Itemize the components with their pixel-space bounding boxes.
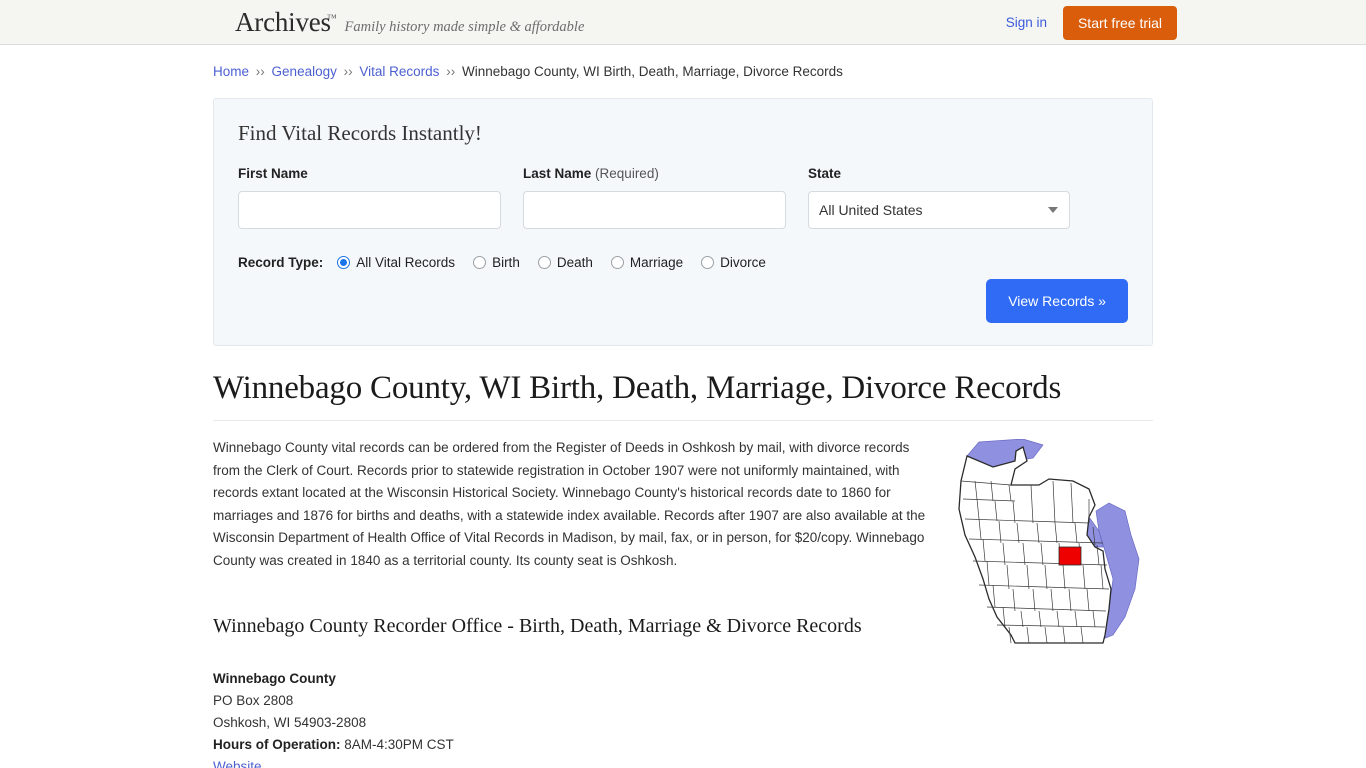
- recorder-office-section-title: Winnebago County Recorder Office - Birth…: [213, 615, 862, 638]
- radio-label: Marriage: [629, 255, 684, 271]
- radio-icon[interactable]: [473, 256, 487, 270]
- office-address-line1: PO Box 2808: [213, 693, 294, 709]
- content-column: Winnebago County vital records can be or…: [213, 437, 943, 768]
- last-name-required-note: (Required): [595, 166, 659, 182]
- last-name-input[interactable]: [523, 191, 786, 230]
- state-select[interactable]: All United States: [808, 191, 1070, 230]
- state-select-wrapper: All United States: [808, 191, 1070, 230]
- radio-divorce[interactable]: Divorce: [701, 255, 766, 270]
- radio-label: Death: [556, 255, 593, 271]
- first-name-input[interactable]: [238, 191, 501, 230]
- page-title: Winnebago County, WI Birth, Death, Marri…: [213, 370, 1153, 422]
- header-actions: Sign in Start free trial: [1006, 0, 1177, 45]
- radio-all-vital-records[interactable]: All Vital Records: [337, 255, 455, 270]
- radio-icon[interactable]: [701, 256, 715, 270]
- last-name-field-group: Last Name (Required): [523, 166, 786, 230]
- brand-name: Archives™: [235, 7, 337, 37]
- office-website-link[interactable]: Website: [213, 756, 262, 768]
- search-panel-title: Find Vital Records Instantly!: [238, 121, 482, 146]
- office-hours: Hours of Operation: 8AM-4:30PM CST: [213, 734, 943, 756]
- radio-icon[interactable]: [610, 256, 624, 270]
- record-type-row: Record Type: All Vital Records Birth Dea…: [238, 255, 1128, 270]
- page-container: Home ›› Genealogy ›› Vital Records ›› Wi…: [213, 45, 1153, 768]
- breadcrumb-item-vital-records[interactable]: Vital Records: [359, 64, 439, 79]
- radio-birth[interactable]: Birth: [473, 255, 520, 270]
- start-free-trial-button[interactable]: Start free trial: [1062, 5, 1177, 40]
- breadcrumb-item-home[interactable]: Home: [213, 64, 249, 79]
- radio-label: Birth: [492, 255, 520, 271]
- wisconsin-county-map-icon: [958, 439, 1140, 644]
- radio-death[interactable]: Death: [537, 255, 593, 271]
- county-description: Winnebago County vital records can be or…: [213, 440, 926, 568]
- sign-in-link[interactable]: Sign in: [1006, 15, 1047, 30]
- breadcrumb: Home ›› Genealogy ›› Vital Records ›› Wi…: [213, 45, 1153, 80]
- radio-icon-checked[interactable]: [337, 256, 351, 270]
- state-label: State: [808, 166, 842, 182]
- header-inner: Archives™ Family history made simple & a…: [213, 0, 1177, 45]
- map-column: [943, 437, 1153, 768]
- radio-icon[interactable]: [537, 256, 551, 270]
- office-hours-label: Hours of Operation:: [213, 737, 341, 753]
- first-name-field-group: First Name: [238, 166, 501, 230]
- breadcrumb-separator: ››: [343, 64, 353, 79]
- office-name: Winnebago County: [213, 671, 336, 687]
- breadcrumb-separator: ››: [255, 64, 265, 79]
- office-hours-value: 8AM-4:30PM CST: [344, 737, 454, 753]
- trademark-symbol: ™: [326, 13, 337, 24]
- radio-label: Divorce: [720, 255, 766, 271]
- breadcrumb-item-genealogy[interactable]: Genealogy: [272, 64, 337, 79]
- office-address-line2: Oshkosh, WI 54903-2808: [213, 715, 367, 731]
- vital-records-search-panel: Find Vital Records Instantly! First Name…: [213, 98, 1153, 347]
- state-outline: [958, 446, 1112, 644]
- radio-marriage[interactable]: Marriage: [610, 255, 684, 271]
- site-header: Archives™ Family history made simple & a…: [0, 0, 1366, 45]
- breadcrumb-separator: ››: [446, 64, 456, 79]
- first-name-label: First Name: [238, 166, 308, 182]
- last-name-label: Last Name (Required): [523, 166, 659, 182]
- view-records-button[interactable]: View Records »: [986, 279, 1128, 324]
- search-fields-row: First Name Last Name (Required) State Al…: [238, 166, 1128, 230]
- highlighted-county-winnebago: [1058, 546, 1082, 566]
- breadcrumb-item-current: Winnebago County, WI Birth, Death, Marri…: [461, 64, 843, 79]
- state-field-group: State All United States: [808, 166, 1070, 230]
- content-row: Winnebago County vital records can be or…: [213, 437, 1153, 768]
- brand-tagline: Family history made simple & affordable: [344, 19, 585, 35]
- radio-label: All Vital Records: [356, 255, 456, 271]
- brand-logo[interactable]: Archives™ Family history made simple & a…: [235, 7, 584, 38]
- record-type-label: Record Type:: [238, 255, 324, 271]
- recorder-office-details: Winnebago County PO Box 2808 Oshkosh, WI…: [213, 668, 943, 768]
